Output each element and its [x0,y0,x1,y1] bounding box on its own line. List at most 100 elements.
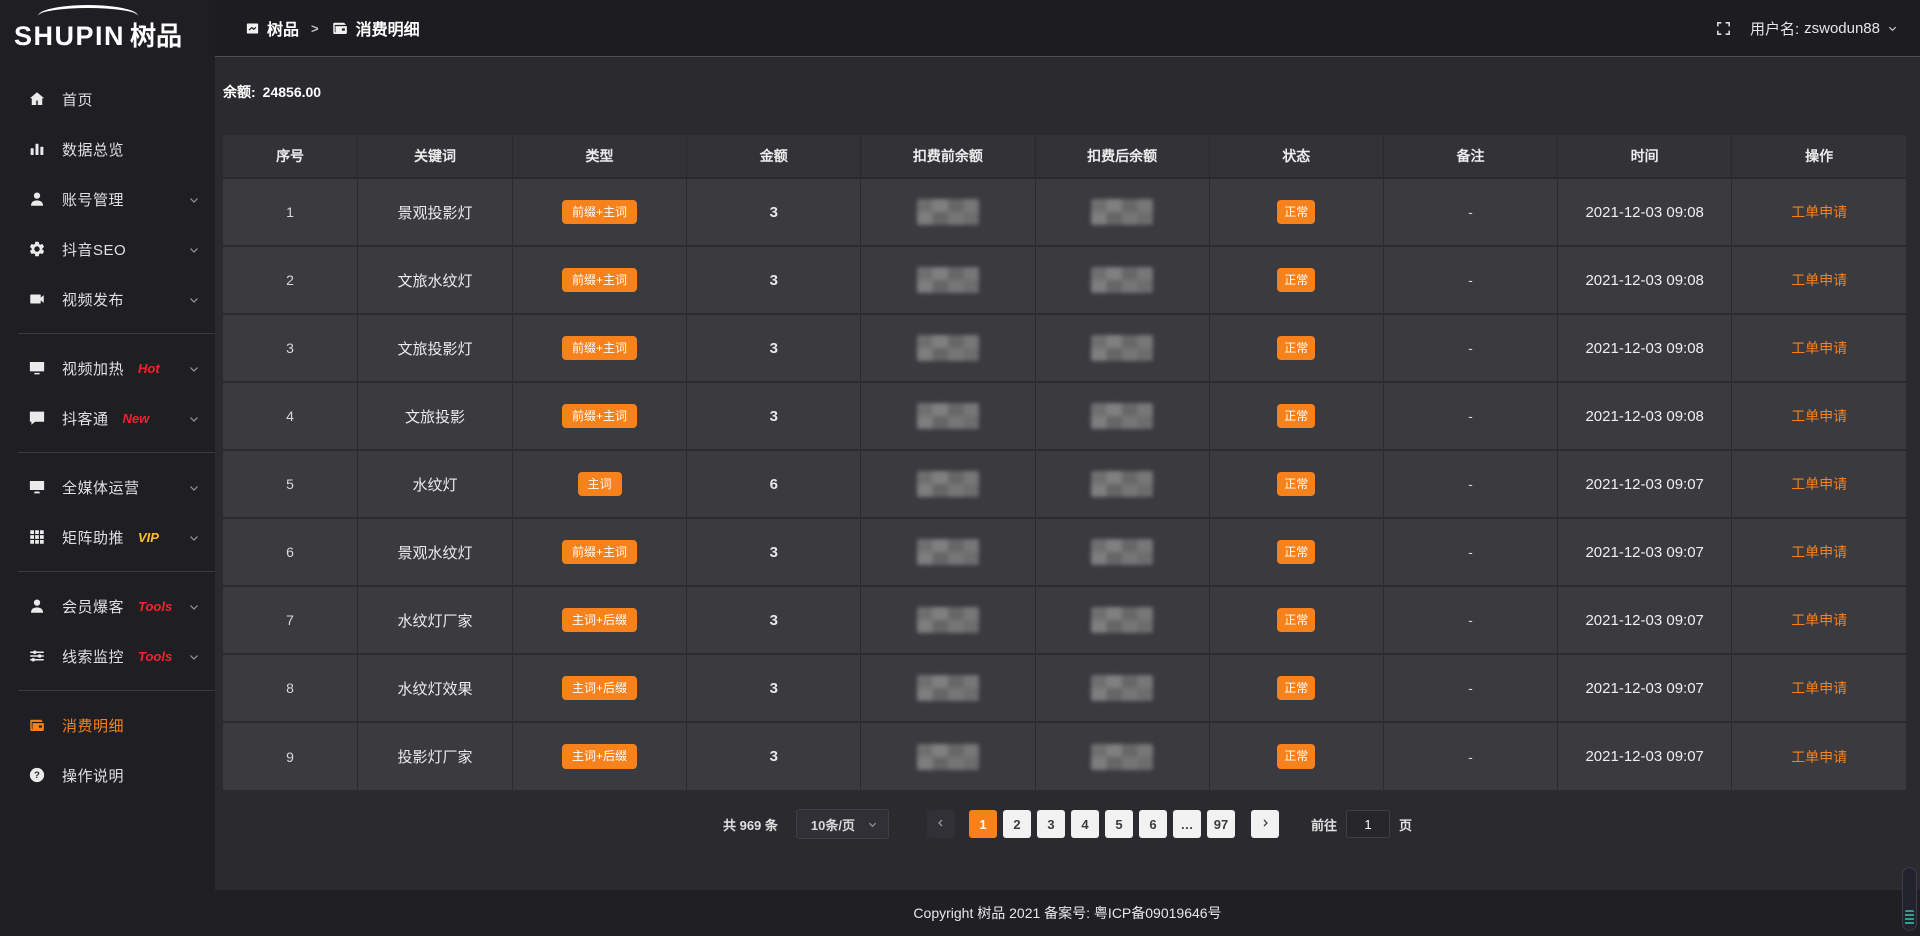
sidebar-item-doukertong[interactable]: 抖客通New [0,393,215,443]
ticket-apply-link[interactable]: 工单申请 [1791,612,1847,628]
cell-keyword: 水纹灯 [358,450,513,518]
sidebar-item-douyin-seo[interactable]: 抖音SEO [0,224,215,274]
sidebar-nav: 首页数据总览账号管理抖音SEO视频发布视频加热Hot抖客通New全媒体运营矩阵助… [0,64,215,800]
next-page-button[interactable] [1251,810,1279,838]
cell-status: 正常 [1209,586,1383,654]
redacted-balance-after [1091,335,1153,361]
sidebar-item-label: 视频发布 [62,289,124,310]
column-header: 扣费后余额 [1035,135,1209,178]
ticket-apply-link[interactable]: 工单申请 [1791,680,1847,696]
cell-time: 2021-12-03 09:07 [1558,722,1732,790]
goto-page-input[interactable] [1346,810,1390,838]
sidebar-item-label: 操作说明 [62,765,124,786]
page-button-1[interactable]: 1 [969,810,997,838]
page-button-3[interactable]: 3 [1037,810,1065,838]
sidebar-item-operation-guide[interactable]: ? 操作说明 [0,750,215,800]
sidebar-item-label: 矩阵助推 [62,527,124,548]
topbar-right: 用户名: zswodun88 [1715,18,1898,39]
ticket-apply-link[interactable]: 工单申请 [1791,340,1847,356]
sidebar-item-video-heat[interactable]: 视频加热Hot [0,343,215,393]
question-icon: ? [27,765,47,785]
table-row: 4文旅投影前缀+主词3正常-2021-12-03 09:08工单申请 [223,382,1906,450]
sidebar-item-matrix-boost[interactable]: 矩阵助推VIP [0,512,215,562]
breadcrumb-item-1[interactable]: 消费明细 [331,16,420,40]
column-header: 扣费前余额 [861,135,1035,178]
topbar: 树品>消费明细 用户名: zswodun88 [215,0,1920,57]
cell-balance-after [1035,382,1209,450]
ticket-apply-link[interactable]: 工单申请 [1791,408,1847,424]
status-badge: 正常 [1277,472,1315,496]
cell-index: 7 [223,586,358,654]
cell-keyword: 景观水纹灯 [358,518,513,586]
breadcrumb-item-0[interactable]: 树品 [245,16,299,40]
page-button-5[interactable]: 5 [1105,810,1133,838]
cell-balance-after [1035,722,1209,790]
svg-text:?: ? [34,770,40,780]
page-button-6[interactable]: 6 [1139,810,1167,838]
cell-balance-before [861,246,1035,314]
wallet-icon [27,715,47,735]
redacted-balance-before [917,335,979,361]
redacted-balance-before [917,471,979,497]
sidebar: SHUPIN树品 首页数据总览账号管理抖音SEO 视频发布视频加热Hot抖客通Ne… [0,0,215,936]
type-badge: 主词+后缀 [562,744,637,768]
type-badge: 前缀+主词 [562,404,637,428]
ticket-apply-link[interactable]: 工单申请 [1791,476,1847,492]
cell-balance-after [1035,654,1209,722]
username-label: 用户名: [1750,18,1799,39]
consume-table: 序号关键词类型金额扣费前余额扣费后余额状态备注时间操作 1景观投影灯前缀+主词3… [223,135,1906,790]
sidebar-item-all-media[interactable]: 全媒体运营 [0,462,215,512]
page-size-value: 10条/页 [811,815,855,834]
cell-keyword: 水纹灯厂家 [358,586,513,654]
fullscreen-icon[interactable] [1715,20,1732,37]
sidebar-item-data-overview[interactable]: 数据总览 [0,124,215,174]
more-pages-button[interactable]: … [1173,810,1201,838]
cell-time: 2021-12-03 09:07 [1558,450,1732,518]
page-button-97[interactable]: 97 [1207,810,1235,838]
prev-page-button[interactable] [927,810,955,838]
cell-remark: - [1383,654,1557,722]
brand-logo[interactable]: SHUPIN树品 [0,0,215,64]
sidebar-item-consume-detail[interactable]: 消费明细 [0,700,215,750]
footer: Copyright 树品 2021 备案号: 粤ICP备09019646号 [215,890,1920,936]
sidebar-item-clue-monitor[interactable]: 线索监控Tools [0,631,215,681]
redacted-balance-after [1091,539,1153,565]
video-icon [27,289,47,309]
column-header: 类型 [512,135,686,178]
redacted-balance-after [1091,199,1153,225]
cell-type: 前缀+主词 [512,246,686,314]
page-size-select[interactable]: 10条/页 [796,809,889,839]
cell-index: 2 [223,246,358,314]
table-body: 1景观投影灯前缀+主词3正常-2021-12-03 09:08工单申请2文旅水纹… [223,178,1906,790]
status-badge: 正常 [1277,608,1315,632]
ticket-apply-link[interactable]: 工单申请 [1791,544,1847,560]
page-button-2[interactable]: 2 [1003,810,1031,838]
home-icon [27,89,47,109]
sidebar-divider [18,690,215,691]
floating-widget[interactable] [1902,867,1917,931]
ticket-apply-link[interactable]: 工单申请 [1791,272,1847,288]
column-header: 关键词 [358,135,513,178]
cell-type: 主词+后缀 [512,586,686,654]
cell-balance-before [861,654,1035,722]
cell-action: 工单申请 [1732,450,1906,518]
sidebar-item-member-burst[interactable]: 会员爆客Tools [0,581,215,631]
page-button-4[interactable]: 4 [1071,810,1099,838]
status-badge: 正常 [1277,676,1315,700]
sidebar-item-home[interactable]: 首页 [0,74,215,124]
cell-type: 前缀+主词 [512,314,686,382]
sidebar-item-video-publish[interactable]: 视频发布 [0,274,215,324]
sidebar-item-account-manage[interactable]: 账号管理 [0,174,215,224]
cell-action: 工单申请 [1732,382,1906,450]
type-badge: 前缀+主词 [562,200,637,224]
username-menu[interactable]: 用户名: zswodun88 [1750,18,1898,39]
chevron-left-icon [935,817,947,832]
cell-keyword: 水纹灯效果 [358,654,513,722]
ticket-apply-link[interactable]: 工单申请 [1791,749,1847,765]
sidebar-item-label: 首页 [62,89,93,110]
ticket-apply-link[interactable]: 工单申请 [1791,204,1847,220]
main-content: 余额:24856.00 序号关键词类型金额扣费前余额扣费后余额状态备注时间操作 … [215,58,1920,936]
redacted-balance-before [917,675,979,701]
cell-balance-before [861,450,1035,518]
cell-balance-after [1035,246,1209,314]
